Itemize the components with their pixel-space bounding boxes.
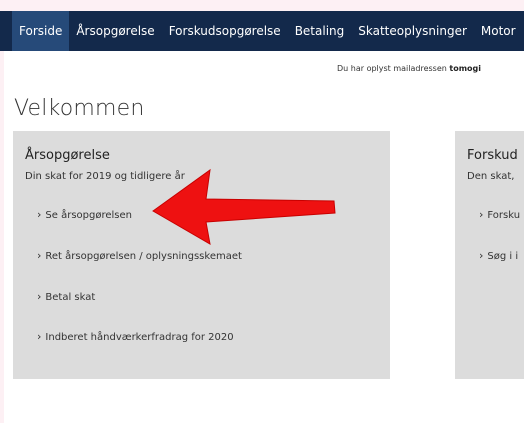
link-label: Ret årsopgørelsen / oplysningsskemaet [45,251,242,262]
link-betal-skat[interactable]: › Betal skat [37,290,95,303]
nav-item-arsopgorelse[interactable]: Årsopgørelse [69,11,161,51]
link-label: Betal skat [45,292,96,303]
nav-item-skatteoplysninger[interactable]: Skatteoplysninger [351,11,474,51]
chevron-right-icon: › [479,249,484,262]
link-indberet-handvaerkerfradrag[interactable]: › Indberet håndværkerfradrag for 2020 [37,330,234,343]
chevron-right-icon: › [37,249,42,262]
chevron-right-icon: › [479,208,484,221]
chevron-right-icon: › [37,330,42,343]
nav-item-forskudsopgorelse[interactable]: Forskudsopgørelse [162,11,288,51]
link-label: Indberet håndværkerfradrag for 2020 [45,332,234,343]
card-subtitle: Den skat, [467,171,515,182]
link-se-arsopgorelsen[interactable]: › Se årsopgørelsen [37,208,132,221]
link-forskud[interactable]: › Forsku [479,208,520,221]
nav-item-motor[interactable]: Motor [474,11,523,51]
link-label: Se årsopgørelsen [45,210,132,221]
link-label: Søg i i [487,251,519,262]
main-nav: Forside Årsopgørelse Forskudsopgørelse B… [0,11,524,51]
top-strip [0,0,524,11]
page-title: Velkommen [14,96,145,121]
card-title: Forskud [467,148,518,163]
chevron-right-icon: › [37,208,42,221]
red-arrow-annotation [152,168,336,245]
card-forskudsopgorelse: Forskud Den skat, › Forsku › Søg i i [455,131,524,379]
nav-item-betaling[interactable]: Betaling [288,11,352,51]
email-address: tomogi [449,64,482,73]
chevron-right-icon: › [37,290,42,303]
email-notice-text: Du har oplyst mailadressen [337,64,450,73]
nav-item-forside[interactable]: Forside [12,11,70,51]
link-ret-arsopgorelsen[interactable]: › Ret årsopgørelsen / oplysningsskemaet [37,249,242,262]
link-sog[interactable]: › Søg i i [479,249,518,262]
link-label: Forsku [487,210,521,221]
card-title: Årsopgørelse [25,148,110,163]
email-notice: Du har oplyst mailadressen tomogi [337,64,481,73]
